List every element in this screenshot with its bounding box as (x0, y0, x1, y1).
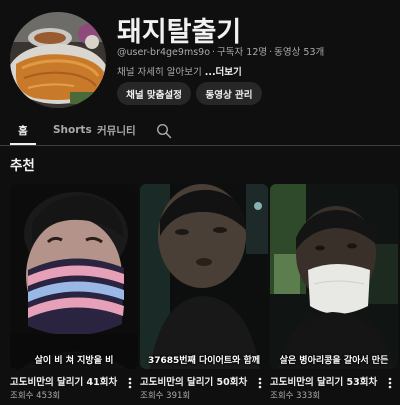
video-caption: 37685번째 다이어트와 함께 (147, 356, 261, 366)
video-caption: 살이 비 쳐 지방을 비 (34, 356, 114, 366)
customize-channel-button[interactable]: 채널 맞춤설정 (117, 82, 191, 105)
channel-tabs: 홈 Shorts 커뮤니티 (0, 115, 400, 146)
search-icon[interactable] (156, 123, 172, 139)
more-vert-icon[interactable] (258, 374, 262, 389)
view-count: 조회수 391회 (140, 391, 191, 401)
video-card[interactable]: 37685번째 다이어트와 함께 고도비만의 달리기 50회차 조회수 391회 (140, 184, 268, 405)
video-title[interactable]: 고도비만의 달리기 53회차 (270, 374, 382, 388)
video-count: 동영상 53개 (274, 47, 325, 58)
description-text: 채널 자세히 알아보기 (117, 67, 205, 78)
view-count: 조회수 333회 (270, 391, 321, 401)
more-vert-icon[interactable] (388, 374, 392, 389)
section-title: 추천 (10, 158, 35, 174)
subscriber-count: 구독자 12명 (217, 47, 268, 58)
more-vert-icon[interactable] (128, 374, 132, 389)
tab-shorts[interactable]: Shorts (53, 115, 92, 145)
active-tab-indicator (10, 143, 36, 145)
channel-avatar[interactable] (10, 12, 106, 108)
channel-handle: @user-br4ge9ms9o (117, 47, 211, 58)
manage-videos-button[interactable]: 동영상 관리 (196, 82, 262, 105)
video-thumbnail[interactable]: 살이 비 쳐 지방을 비 (10, 184, 138, 369)
video-caption: 살은 병아리콩을 갈아서 만든 (279, 356, 389, 366)
video-thumbnail[interactable]: 살은 병아리콩을 갈아서 만든 (270, 184, 398, 369)
video-title[interactable]: 고도비만의 달리기 41회차 (10, 374, 122, 388)
video-title[interactable]: 고도비만의 달리기 50회차 (140, 374, 252, 388)
channel-meta: @user-br4ge9ms9o ‧ 구독자 12명 ‧ 동영상 53개 (117, 47, 325, 58)
channel-description[interactable]: 채널 자세히 알아보기 ...더보기 (117, 64, 242, 78)
video-thumbnail[interactable]: 37685번째 다이어트와 함께 (140, 184, 268, 369)
tab-home[interactable]: 홈 (10, 115, 36, 145)
video-card[interactable]: 살이 비 쳐 지방을 비 고도비만의 달리기 41회차 조회수 453회 (10, 184, 138, 405)
tab-community[interactable]: 커뮤니티 (97, 115, 136, 145)
more-link[interactable]: ...더보기 (205, 67, 242, 78)
view-count: 조회수 453회 (10, 391, 61, 401)
video-card[interactable]: 살은 병아리콩을 갈아서 만든 고도비만의 달리기 53회차 조회수 333회 (270, 184, 398, 405)
